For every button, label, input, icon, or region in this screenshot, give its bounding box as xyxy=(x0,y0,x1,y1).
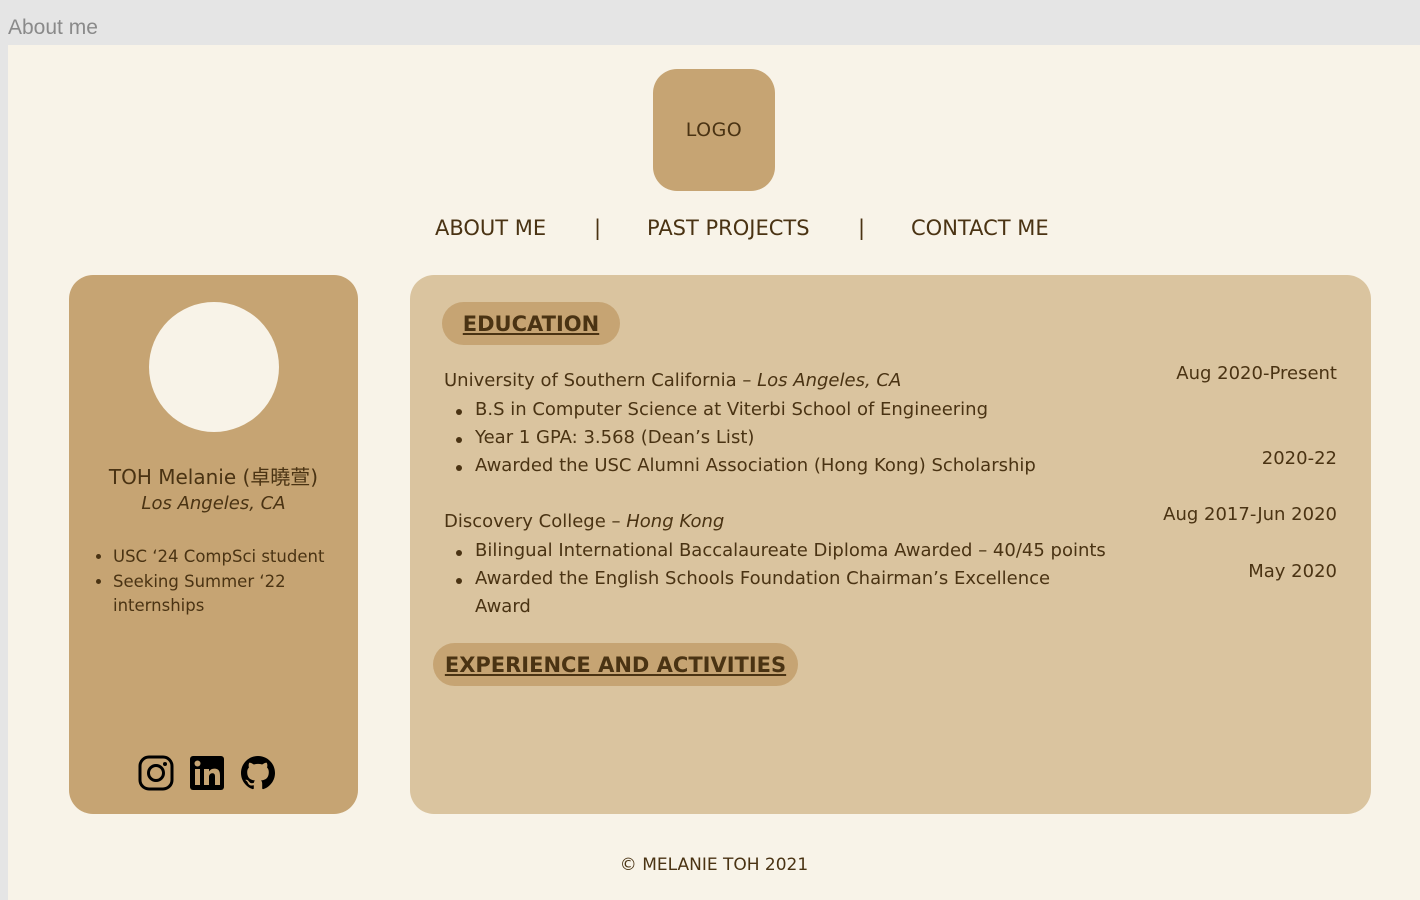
nav-contact-me[interactable]: CONTACT ME xyxy=(911,216,1049,240)
profile-bullets: USC ‘24 CompSci student Seeking Summer ‘… xyxy=(93,545,363,619)
school-bullet: Bilingual International Baccalaureate Di… xyxy=(475,540,1106,561)
bullet-date: 2020-22 xyxy=(1261,448,1337,469)
school-bullet: Year 1 GPA: 3.568 (Dean’s List) xyxy=(475,427,755,448)
profile-location: Los Angeles, CA xyxy=(141,493,286,514)
nav-separator: | xyxy=(594,216,602,240)
footer-copyright: © MELANIE TOH 2021 xyxy=(619,855,809,875)
school-date: Aug 2017-Jun 2020 xyxy=(1163,504,1337,525)
profile-card: TOH Melanie (卓曉萱) Los Angeles, CA USC ‘2… xyxy=(69,275,358,814)
frame-title: About me xyxy=(8,16,98,39)
bullet-dot xyxy=(456,578,462,584)
school-name: University of Southern California – Los … xyxy=(444,370,901,391)
school-bullet: B.S in Computer Science at Viterbi Schoo… xyxy=(475,399,989,420)
nav-about-me[interactable]: ABOUT ME xyxy=(435,216,546,240)
avatar xyxy=(149,302,279,432)
bullet-date: May 2020 xyxy=(1248,561,1337,582)
bullet-dot xyxy=(456,465,462,471)
logo-text: LOGO xyxy=(685,119,743,141)
profile-bullet: Seeking Summer ‘22 internships xyxy=(113,570,363,619)
bullet-dot xyxy=(456,437,462,443)
instagram-icon[interactable] xyxy=(138,755,174,791)
social-links xyxy=(138,753,288,793)
school-place: Hong Kong xyxy=(626,511,725,532)
bullet-dot xyxy=(456,550,462,556)
school-name-text: University of Southern California – xyxy=(444,370,758,391)
school-bullet-continued: Award xyxy=(475,596,531,617)
school-date: Aug 2020-Present xyxy=(1176,363,1337,384)
school-name: Discovery College – Hong Kong xyxy=(444,511,724,532)
linkedin-icon[interactable] xyxy=(189,755,225,791)
resume-card: EDUCATION University of Southern Califor… xyxy=(410,275,1371,814)
bullet-dot xyxy=(456,409,462,415)
nav-separator: | xyxy=(858,216,866,240)
education-heading[interactable]: EDUCATION xyxy=(442,302,620,345)
logo[interactable]: LOGO xyxy=(653,69,775,191)
page-canvas: LOGO ABOUT ME | PAST PROJECTS | CONTACT … xyxy=(8,45,1420,900)
school-name-text: Discovery College – xyxy=(444,511,627,532)
github-icon[interactable] xyxy=(240,755,276,791)
school-place: Los Angeles, CA xyxy=(757,370,902,391)
nav-past-projects[interactable]: PAST PROJECTS xyxy=(647,216,810,240)
profile-bullet: USC ‘24 CompSci student xyxy=(113,545,363,570)
school-bullet: Awarded the USC Alumni Association (Hong… xyxy=(475,455,1036,476)
experience-heading-label: EXPERIENCE AND ACTIVITIES xyxy=(444,652,787,677)
experience-heading[interactable]: EXPERIENCE AND ACTIVITIES xyxy=(433,643,798,686)
profile-name: TOH Melanie (卓曉萱) xyxy=(108,465,319,489)
education-heading-label: EDUCATION xyxy=(462,311,600,336)
school-bullet: Awarded the English Schools Foundation C… xyxy=(475,568,1051,589)
